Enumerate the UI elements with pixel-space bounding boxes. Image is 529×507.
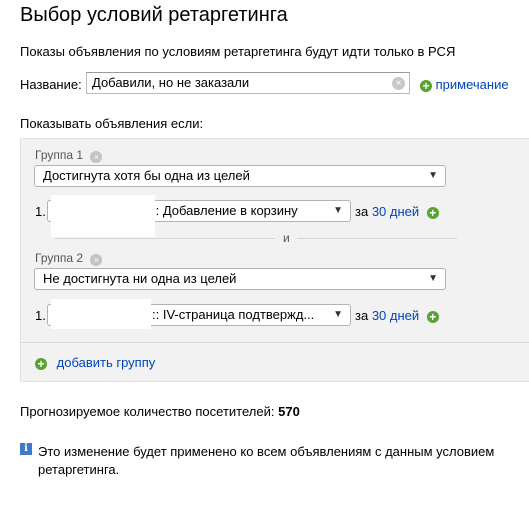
group-1-condition-value: Достигнута хотя бы одна из целей [43,168,250,183]
and-separator: и [283,231,290,245]
group-1-condition-select[interactable]: Достигнута хотя бы одна из целей ▼ [34,165,446,187]
groups-panel: Группа 1 × Достигнута хотя бы одна из це… [20,138,529,382]
show-if-label: Показывать объявления если: [20,116,204,131]
separator-line-right [297,238,457,239]
group-1-row-number: 1. [35,204,46,219]
group-1-title: Группа 1 [35,148,84,162]
intro-text: Показы объявления по условиям ретаргетин… [20,44,456,59]
group-1-period: за 30 дней + [355,204,439,219]
group-1-days-link[interactable]: 30 дней [372,204,419,219]
chevron-down-icon: ▼ [428,273,438,284]
separator-line-left [55,238,275,239]
name-input-value: Добавили, но не заказали [92,75,250,90]
clear-icon[interactable]: × [392,77,405,90]
add-goal-plus-icon[interactable]: + [426,311,439,323]
info-text: Это изменение будет применено ко всем об… [38,444,495,477]
group-2-period: за 30 дней + [355,308,439,323]
group-2-label: Группа 2 × [35,251,103,266]
group-2-condition-select[interactable]: Не достигнута ни одна из целей ▼ [34,268,446,290]
plus-icon: + [35,358,47,370]
add-group-label: добавить группу [56,355,156,370]
name-label: Название: [20,77,82,92]
redacted-area [51,299,151,329]
forecast-value: 570 [278,404,300,419]
group-2-condition-value: Не достигнута ни одна из целей [43,271,237,286]
plus-icon: + [420,80,432,92]
chevron-down-icon: ▼ [333,309,343,320]
group-2-title: Группа 2 [35,251,84,265]
group-2-row-number: 1. [35,308,46,323]
remove-group-1-icon[interactable]: × [90,151,103,163]
chevron-down-icon: ▼ [333,205,343,216]
info-icon: i [20,443,32,455]
name-input[interactable]: Добавили, но не заказали × [86,72,410,94]
group-1-label: Группа 1 × [35,148,103,163]
forecast-label: Прогнозируемое количество посетителей: [20,404,275,419]
remove-group-2-icon[interactable]: × [90,254,103,266]
forecast: Прогнозируемое количество посетителей: 5… [20,404,300,419]
page-title: Выбор условий ретаргетинга [20,4,288,26]
group-2-days-link[interactable]: 30 дней [372,308,419,323]
redacted-area [51,195,155,237]
panel-divider [21,342,529,343]
group-1-za: за [355,204,369,219]
add-group-button[interactable]: + добавить группу [35,355,155,370]
note-link-label: примечание [435,77,509,92]
add-goal-plus-icon[interactable]: + [426,207,439,219]
add-note-link[interactable]: + примечание [420,77,509,92]
chevron-down-icon: ▼ [428,170,438,181]
group-2-za: за [355,308,369,323]
